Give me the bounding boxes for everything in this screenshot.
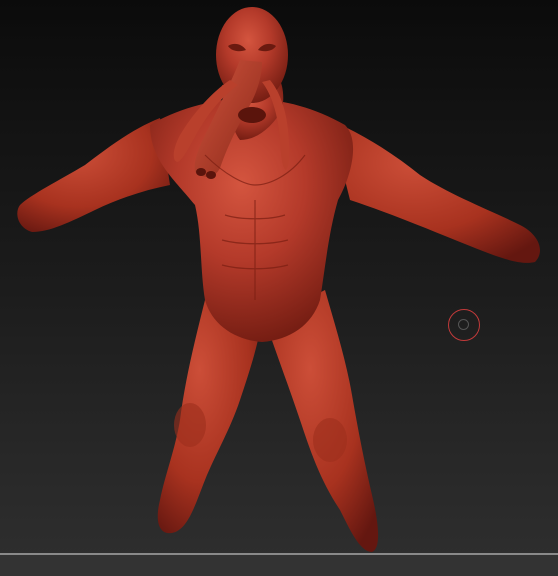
brush-cursor [448, 309, 480, 341]
brush-cursor-center [458, 319, 469, 330]
bottom-shelf [0, 555, 558, 576]
model-left-arm [17, 118, 170, 232]
document-canvas-viewport[interactable] [0, 0, 558, 576]
model-nostril-right [206, 171, 216, 179]
model-knee-right [313, 418, 347, 462]
model-right-arm [330, 120, 540, 263]
model-nostril-left [196, 168, 206, 176]
model-knee-left [174, 403, 206, 447]
sculpt-model[interactable] [0, 0, 558, 576]
model-mouth [238, 107, 266, 123]
